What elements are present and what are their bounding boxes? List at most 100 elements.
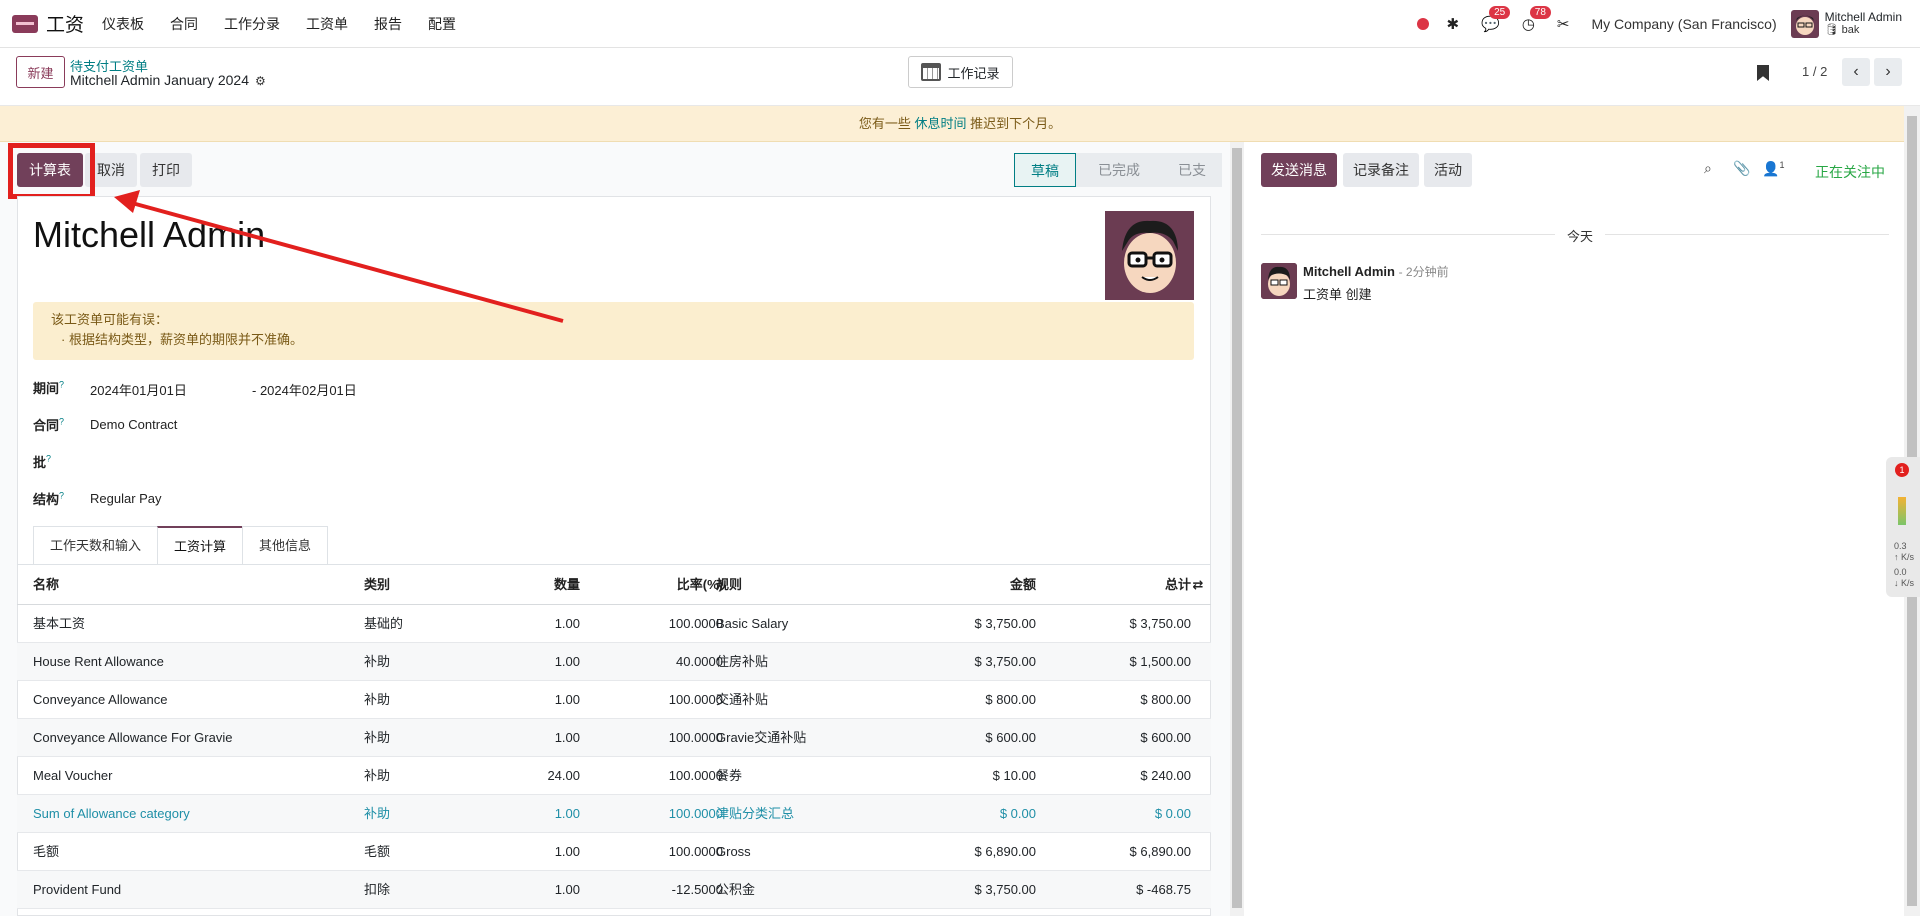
col-amount[interactable]: 金额 [1010,565,1036,605]
table-row[interactable]: Conveyance Allowance For Gravie 补助 1.00 100… [17,719,1211,757]
table-row[interactable]: House Rent Allowance 补助 1.00 40.0000 住房补贴 $ 3… [17,643,1211,681]
pager-value[interactable]: 1 / 2 [1802,64,1827,79]
activity-clock-icon[interactable]: ◷ 78 [1522,6,1551,33]
company-switcher[interactable]: My Company (San Francisco) [1591,16,1776,32]
structure-help-icon: ? [59,490,65,501]
table-row[interactable]: 基本工资 基础的 1.00 100.0000 Basic Salary $ 3,750.0… [17,605,1211,643]
cell-quantity: 1.00 [554,654,580,669]
cell-quantity: 1.00 [554,882,580,897]
following-status[interactable]: 正在关注中 [1815,162,1885,182]
col-rule[interactable]: 规则 [716,565,742,605]
menu-configuration[interactable]: 配置 [428,14,456,34]
structure-label: 结构? [33,490,65,507]
date-label-today: 今天 [1555,226,1606,245]
log-note-button[interactable]: 记录备注 [1343,153,1419,187]
user-avatar[interactable] [1790,10,1819,38]
menu-contracts[interactable]: 合同 [170,14,198,34]
cell-amount: $ 800.00 [985,692,1036,707]
contract-help-icon: ? [59,416,65,427]
tools-icon[interactable]: ✂ [1557,15,1570,33]
app-name: 工资 [46,15,85,36]
gear-icon[interactable]: ⚙ [255,74,266,88]
table-row[interactable]: Meal Voucher 补助 24.00 100.0000 餐券 $ 10.00 $ 24… [17,757,1211,795]
cell-amount: $ 600.00 [985,730,1036,745]
employee-avatar[interactable] [1105,211,1194,300]
employee-name[interactable]: Mitchell Admin [33,214,265,256]
cell-total: $ 600.00 [1140,730,1191,745]
top-navbar: 工资 仪表板 合同 工作分录 工资单 报告 配置 ✱ 💬 25 ◷ 78 ✂ My … [0,0,1920,48]
print-button[interactable]: 打印 [140,153,192,187]
cell-rate: 100.0000 [668,730,723,745]
cell-rule: 餐券 [716,768,743,783]
cell-quantity: 1.00 [554,806,580,821]
col-name[interactable]: 名称 [33,565,59,605]
tab-other-info[interactable]: 其他信息 [242,526,329,564]
upload-speed: 0.3 [1894,541,1907,551]
bug-icon[interactable]: ✱ [1447,15,1460,33]
tab-salary-computation[interactable]: 工资计算 [157,526,244,564]
cell-rate: 100.0000 [668,806,723,821]
cell-amount: $ 6,890.00 [974,844,1036,859]
highlight-annotation-box [8,143,95,199]
state-draft[interactable]: 草稿 [1014,153,1076,187]
search-icon[interactable]: ⌕ [1704,160,1712,177]
send-message-button[interactable]: 发送消息 [1261,153,1337,187]
contract-field[interactable]: Demo Contract [90,417,177,432]
warning-item: · 根据结构类型，薪资单的期限并不准确。 [61,332,303,347]
cell-rate: 100.0000 [668,768,723,783]
chat-icon[interactable]: 💬 25 [1481,6,1511,33]
message-author: Mitchell Admin - 2分钟前 [1303,264,1449,279]
period-from-field[interactable]: 2024年01月01日 [90,380,187,399]
cell-category: 毛额 [364,844,391,859]
download-unit: ↓ K/s [1894,578,1915,588]
form-tabs: 工作天数和输入 工资计算 其他信息 [33,526,329,564]
menu-payslips[interactable]: 工资单 [306,14,348,34]
paperclip-icon[interactable]: 📎 [1733,160,1750,177]
cell-rate: 100.0000 [668,844,723,859]
menu-work-entries[interactable]: 工作分录 [224,14,280,34]
app-brand[interactable]: 工资 [12,10,84,37]
table-row[interactable]: Conveyance Allowance 补助 1.00 100.0000 交通补贴 $ … [17,681,1211,719]
cell-name: Conveyance Allowance [33,692,168,707]
cell-rule: Gravie交通补贴 [716,730,807,745]
cell-total: $ 240.00 [1140,768,1191,783]
pager-prev-button[interactable]: ‹ [1842,58,1870,86]
table-row[interactable]: Provident Fund 扣除 1.00 -12.5000 公积金 $ 3,750.0… [17,871,1211,909]
col-category[interactable]: 类别 [364,565,390,605]
table-row[interactable]: Sum of Allowance category 补助 1.00 100.0000 津… [17,795,1211,833]
column-settings-icon[interactable]: ⇄ [1185,565,1211,605]
followers-icon[interactable]: 👤1 [1762,160,1784,178]
cell-total: $ 0.00 [1154,806,1191,821]
state-paid[interactable]: 已支 [1156,153,1222,187]
cell-rule: 住房补贴 [716,654,769,669]
cell-amount: $ 10.00 [992,768,1036,783]
cell-name: Conveyance Allowance For Gravie [33,730,233,745]
menu-dashboard[interactable]: 仪表板 [102,14,144,34]
cell-category: 基础的 [364,616,404,631]
user-menu[interactable]: Mitchell Admin 🛢 bak [1825,11,1902,37]
chatter-panel [1244,142,1904,916]
tab-worked-days[interactable]: 工作天数和输入 [33,526,159,564]
new-button[interactable]: 新建 [16,56,65,88]
timeoff-banner: 您有一些 休息时间 推迟到下个月。 [0,106,1920,142]
structure-field[interactable]: Regular Pay [90,491,162,506]
activity-button[interactable]: 活动 [1424,153,1472,187]
cell-category: 补助 [364,654,391,669]
cell-name: House Rent Allowance [33,654,164,669]
menu-reporting[interactable]: 报告 [374,14,402,34]
cell-total: $ 3,750.00 [1129,616,1191,631]
table-row[interactable]: 毛额 毛额 1.00 100.0000 Gross $ 6,890.00 $ 6,890.0… [17,833,1211,871]
network-speed-widget[interactable]: 1 0.3 ↑ K/s 0.0 ↓ K/s [1886,457,1920,597]
timeoff-link[interactable]: 休息时间 [914,116,966,131]
work-entries-button[interactable]: 工作记录 [908,56,1013,88]
cell-rate: 100.0000 [668,692,723,707]
calendar-icon [921,63,942,81]
pager-next-button[interactable]: › [1874,58,1902,86]
period-to-field[interactable]: - 2024年02月01日 [252,380,357,399]
message-avatar[interactable] [1261,263,1297,299]
form-scrollbar[interactable] [1230,142,1244,916]
state-done[interactable]: 已完成 [1076,153,1156,187]
cell-total: $ 800.00 [1140,692,1191,707]
col-quantity[interactable]: 数量 [554,565,580,605]
recording-dot-icon[interactable] [1416,18,1429,30]
